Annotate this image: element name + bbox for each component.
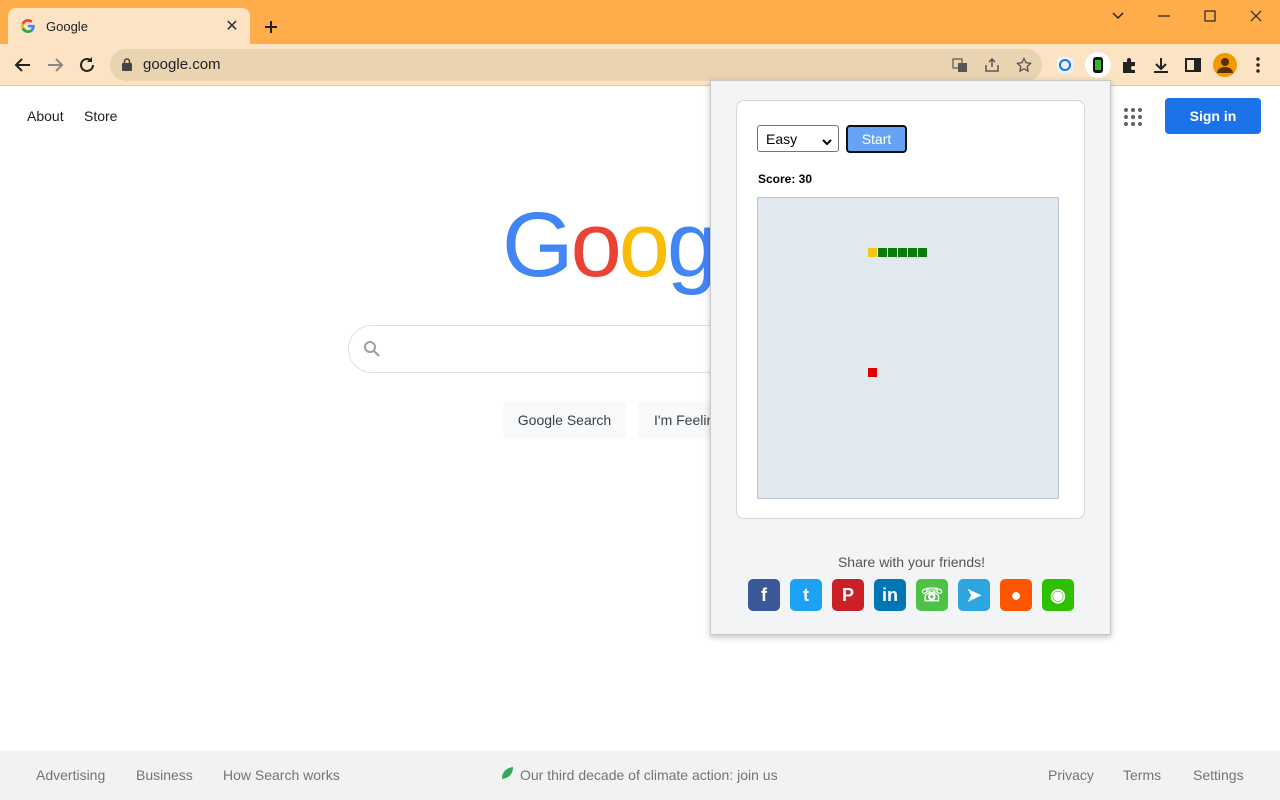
about-link[interactable]: About — [27, 108, 64, 124]
bookmark-star-icon[interactable] — [1014, 55, 1034, 75]
lock-icon — [122, 58, 132, 76]
snake-segment — [878, 248, 887, 257]
twitter-share-icon[interactable]: t — [790, 579, 822, 611]
close-icon — [1250, 10, 1262, 22]
feeling-lucky-button[interactable]: I'm Feelin — [638, 402, 710, 438]
share-icon[interactable] — [982, 55, 1002, 75]
snake-segment — [898, 248, 907, 257]
minimize-button[interactable] — [1141, 0, 1187, 32]
whatsapp-share-icon[interactable]: ☏ — [916, 579, 948, 611]
linkedin-share-icon[interactable]: in — [874, 579, 906, 611]
difficulty-selected-value: Easy — [766, 130, 798, 147]
plus-icon — [265, 21, 277, 33]
extensions-puzzle-icon[interactable] — [1116, 52, 1142, 78]
privacy-link[interactable]: Privacy — [1048, 767, 1094, 783]
snake-segment — [918, 248, 927, 257]
forward-arrow-icon — [48, 58, 64, 72]
leaf-icon — [500, 766, 514, 785]
settings-link[interactable]: Settings — [1193, 767, 1244, 783]
tab-bar: Google ✕ — [0, 0, 1280, 44]
chevron-down-icon — [1112, 12, 1124, 20]
food-pellet — [868, 368, 877, 377]
reload-icon — [80, 57, 94, 72]
google-favicon-icon — [20, 18, 36, 34]
extension-refresh-icon[interactable] — [1052, 52, 1078, 78]
translate-icon[interactable] — [950, 55, 970, 75]
tab-close-icon[interactable]: ✕ — [222, 16, 242, 36]
minimize-icon — [1158, 15, 1170, 17]
snake-extension-icon[interactable] — [1085, 52, 1111, 78]
difficulty-select[interactable]: Easy — [757, 125, 839, 152]
back-button[interactable] — [8, 50, 38, 80]
chevron-down-icon — [822, 134, 832, 150]
back-arrow-icon — [14, 58, 30, 72]
logo-letter: o — [570, 194, 622, 296]
google-logo: Goog — [502, 190, 710, 300]
telegram-share-icon[interactable]: ➤ — [958, 579, 990, 611]
profile-avatar-icon[interactable] — [1212, 52, 1238, 78]
tab-search-button[interactable] — [1095, 0, 1141, 32]
google-footer: Advertising Business How Search works Ou… — [0, 751, 1280, 800]
logo-letter: G — [502, 194, 574, 296]
advertising-link[interactable]: Advertising — [36, 767, 105, 783]
maximize-icon — [1204, 10, 1216, 22]
snake-segment — [908, 248, 917, 257]
how-search-works-link[interactable]: How Search works — [223, 767, 340, 783]
search-icon — [363, 340, 381, 363]
logo-letter: o — [618, 194, 670, 296]
snake-extension-popup: Easy Start Score: 30 Share with your fri… — [710, 80, 1111, 635]
terms-link[interactable]: Terms — [1123, 767, 1161, 783]
score-label: Score: 30 — [758, 172, 813, 186]
reddit-share-icon[interactable]: ● — [1000, 579, 1032, 611]
business-link[interactable]: Business — [136, 767, 193, 783]
facebook-share-icon[interactable]: f — [748, 579, 780, 611]
url-text: google.com — [143, 56, 221, 73]
tab-google[interactable]: Google ✕ — [8, 8, 250, 44]
game-card: Easy Start Score: 30 — [736, 100, 1085, 519]
google-apps-icon[interactable] — [1122, 106, 1144, 128]
wechat-share-icon[interactable]: ◉ — [1042, 579, 1074, 611]
google-search-button[interactable]: Google Search — [503, 402, 626, 438]
pinterest-share-icon[interactable]: P — [832, 579, 864, 611]
download-icon[interactable] — [1148, 52, 1174, 78]
sign-in-button[interactable]: Sign in — [1165, 98, 1261, 134]
close-window-button[interactable] — [1233, 0, 1279, 32]
new-tab-button[interactable] — [258, 14, 284, 40]
maximize-button[interactable] — [1187, 0, 1233, 32]
game-board[interactable] — [757, 197, 1059, 499]
snake-segment — [888, 248, 897, 257]
address-bar[interactable]: google.com — [110, 49, 1042, 81]
reload-button[interactable] — [72, 50, 102, 80]
start-button[interactable]: Start — [846, 125, 907, 153]
snake-head — [868, 248, 877, 257]
share-label: Share with your friends! — [837, 554, 986, 570]
side-panel-icon[interactable] — [1180, 52, 1206, 78]
forward-button[interactable] — [40, 50, 70, 80]
kebab-menu-icon[interactable] — [1245, 52, 1271, 78]
logo-letter: g — [666, 194, 710, 296]
tab-title: Google — [46, 18, 88, 34]
store-link[interactable]: Store — [84, 108, 117, 124]
climate-action-link[interactable]: Our third decade of climate action: join… — [520, 767, 778, 783]
